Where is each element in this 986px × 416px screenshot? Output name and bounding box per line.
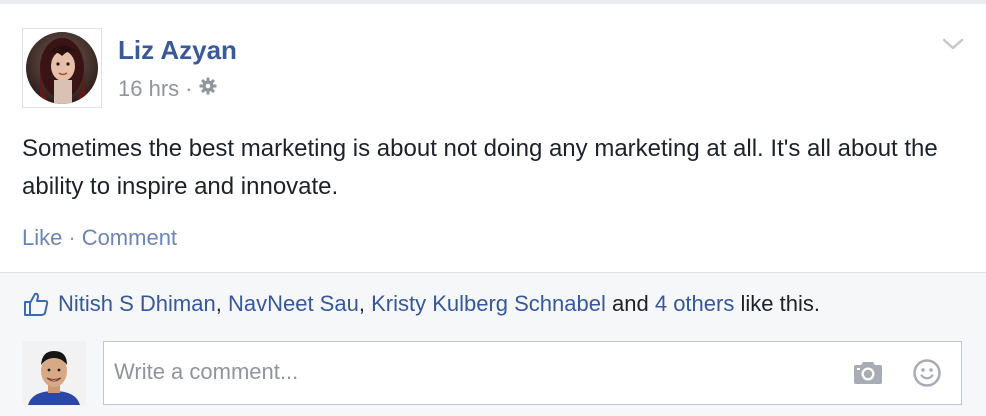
post-timestamp[interactable]: 16 hrs — [118, 76, 179, 102]
likes-suffix: like this. — [740, 291, 820, 316]
like-link[interactable]: Like — [22, 225, 62, 251]
post-meta: 16 hrs · — [118, 74, 218, 104]
author-name[interactable]: Liz Azyan — [118, 34, 237, 66]
thumbs-up-icon — [22, 290, 50, 318]
chevron-down-icon[interactable] — [940, 34, 966, 54]
facebook-post-card: Liz Azyan 16 hrs · Sometimes the best ma… — [0, 0, 986, 416]
likes-summary: Nitish S Dhiman, NavNeet Sau, Kristy Kul… — [22, 289, 820, 319]
likes-conjunction: and — [612, 291, 649, 316]
author-avatar-image — [26, 32, 98, 104]
liker-name[interactable]: NavNeet Sau — [228, 291, 359, 317]
post-body: Liz Azyan 16 hrs · Sometimes the best ma… — [0, 4, 986, 272]
post-actions: Like · Comment — [22, 224, 177, 252]
meta-separator: · — [185, 76, 193, 101]
likes-separator: , — [358, 291, 365, 316]
liker-name[interactable]: Nitish S Dhiman — [58, 291, 216, 317]
camera-icon[interactable] — [852, 360, 884, 386]
comment-placeholder: Write a comment... — [114, 359, 299, 384]
comment-input[interactable]: Write a comment... — [103, 341, 962, 405]
actions-separator: · — [68, 225, 76, 250]
post-text: Sometimes the best marketing is about no… — [22, 135, 938, 200]
viewer-avatar[interactable] — [22, 341, 86, 405]
feedback-section: Nitish S Dhiman, NavNeet Sau, Kristy Kul… — [0, 272, 986, 416]
likes-separator: , — [215, 291, 222, 316]
comment-link[interactable]: Comment — [82, 225, 177, 251]
likes-others-link[interactable]: 4 others — [655, 291, 735, 317]
author-avatar[interactable] — [22, 28, 102, 108]
smiley-icon[interactable] — [912, 358, 942, 388]
liker-name[interactable]: Kristy Kulberg Schnabel — [371, 291, 606, 317]
gear-icon[interactable] — [198, 76, 218, 102]
